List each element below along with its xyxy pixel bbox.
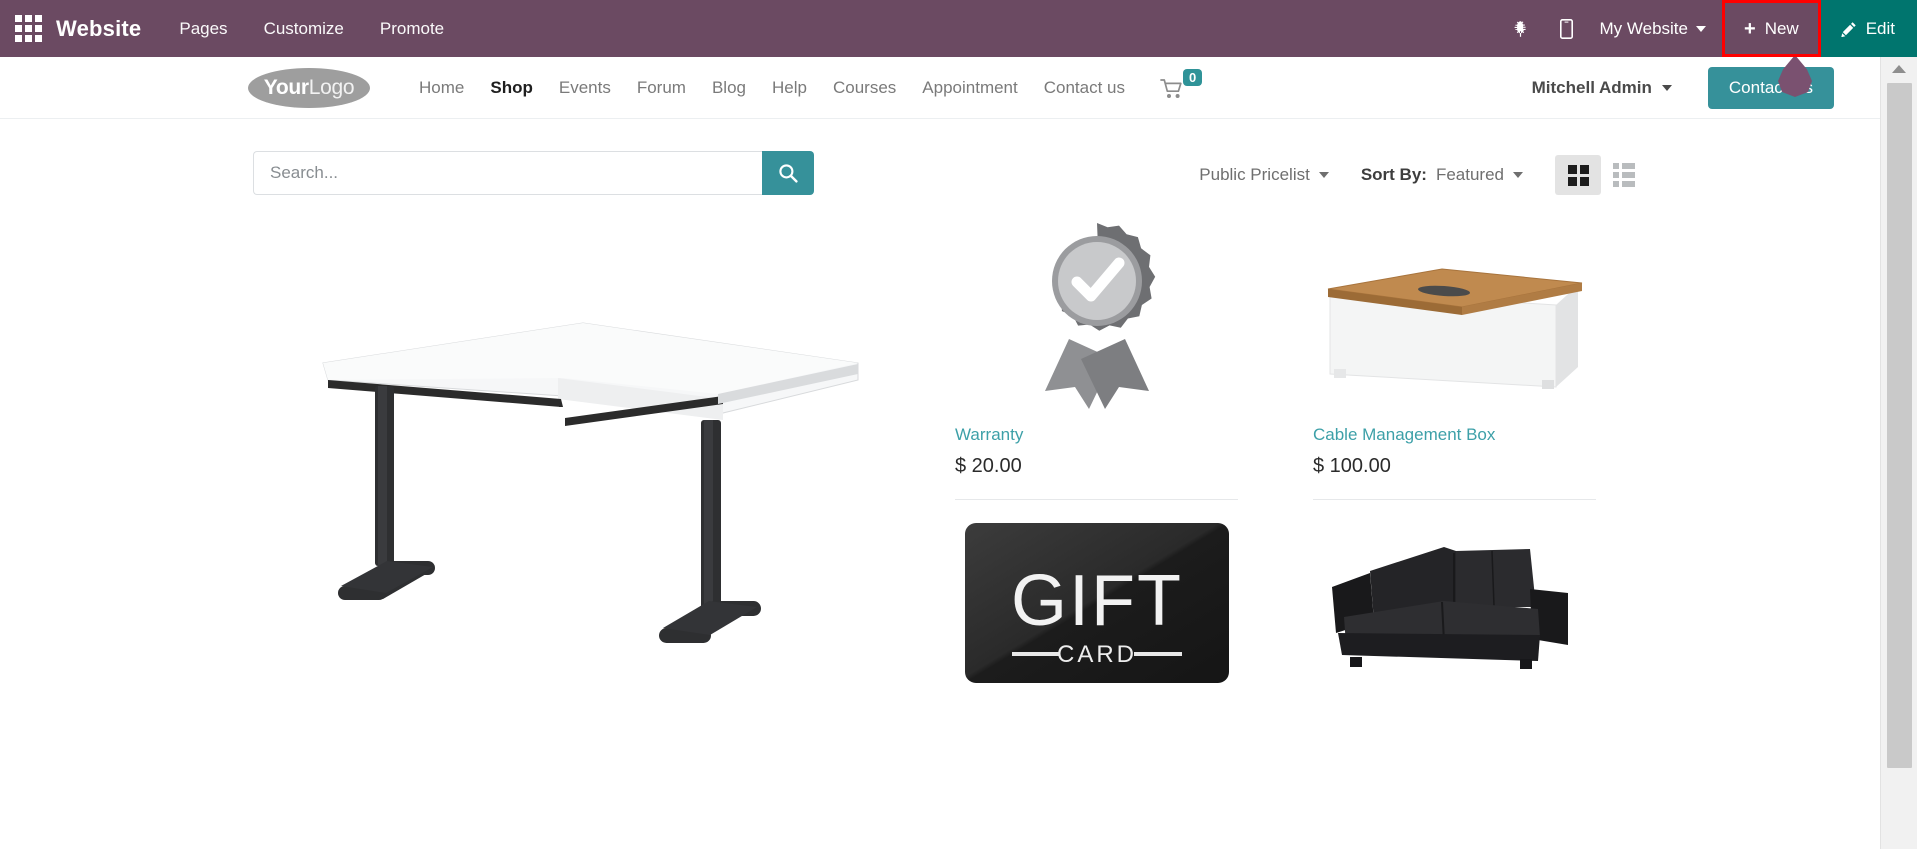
- shop-toolbar: Public Pricelist Sort By: Featured: [0, 143, 1880, 199]
- apps-menu-button[interactable]: [0, 0, 56, 57]
- sort-by-dropdown[interactable]: Sort By: Featured: [1345, 165, 1539, 185]
- sort-by-label: Sort By:: [1360, 165, 1427, 184]
- vertical-scrollbar[interactable]: [1880, 57, 1917, 849]
- cart-button[interactable]: 0: [1160, 68, 1203, 100]
- list-view-icon: [1613, 163, 1635, 187]
- product-card-sofa[interactable]: [1313, 500, 1596, 707]
- product-image-warranty: [955, 210, 1238, 417]
- logo-text-light: Logo: [308, 75, 355, 99]
- scroll-thumb[interactable]: [1887, 83, 1912, 768]
- black-gift-card-icon: GIFT CARD: [964, 522, 1229, 683]
- nav-item-shop[interactable]: Shop: [477, 78, 546, 98]
- nav-item-events[interactable]: Events: [546, 78, 624, 98]
- black-leather-sofa-icon: [1331, 546, 1568, 669]
- nav-item-blog[interactable]: Blog: [699, 78, 759, 98]
- chevron-down-icon: [1661, 84, 1672, 91]
- chevron-down-icon: [1696, 25, 1706, 32]
- product-card-warranty[interactable]: Warranty $ 20.00: [955, 210, 1238, 500]
- svg-text:GIFT: GIFT: [1011, 561, 1183, 641]
- my-website-dropdown[interactable]: My Website: [1590, 0, 1723, 57]
- odoo-topbar: Website Pages Customize Promote My Websi…: [0, 0, 1917, 57]
- new-button[interactable]: + New: [1722, 0, 1821, 57]
- menu-item-promote[interactable]: Promote: [380, 19, 444, 39]
- product-name-cable-box[interactable]: Cable Management Box: [1313, 425, 1596, 445]
- debug-button[interactable]: [1498, 0, 1544, 57]
- list-view-button[interactable]: [1601, 155, 1647, 195]
- product-image-gift-card: GIFT CARD: [955, 500, 1238, 707]
- mobile-preview-button[interactable]: [1544, 0, 1590, 57]
- user-name-label: Mitchell Admin: [1531, 77, 1652, 97]
- site-navigation: Home Shop Events Forum Blog Help Courses…: [406, 78, 1138, 98]
- nav-item-forum[interactable]: Forum: [624, 78, 699, 98]
- gray-award-badge-checkmark-icon: [1044, 222, 1155, 409]
- site-logo[interactable]: YourLogo: [248, 67, 370, 108]
- pencil-icon: [1841, 21, 1856, 37]
- shop-toolbar-right: Public Pricelist Sort By: Featured: [1183, 155, 1647, 195]
- product-grid: Warranty $ 20.00 Cable Management Box $ …: [0, 210, 1880, 849]
- current-app-name: Website: [56, 15, 142, 41]
- product-name-warranty[interactable]: Warranty: [955, 425, 1238, 445]
- product-price-warranty: $ 20.00: [955, 455, 1022, 477]
- cart-count-badge: 0: [1183, 68, 1203, 86]
- new-button-label: New: [1764, 18, 1799, 38]
- svg-text:CARD: CARD: [1056, 641, 1136, 668]
- nav-item-appointment[interactable]: Appointment: [909, 78, 1030, 98]
- white-box-wooden-lid-icon: [1327, 267, 1582, 389]
- search-submit-button[interactable]: [762, 151, 814, 195]
- product-image-sofa: [1313, 500, 1596, 707]
- edit-button-label: Edit: [1865, 18, 1895, 38]
- search-icon: [779, 164, 798, 183]
- product-card-featured[interactable]: [253, 210, 913, 785]
- logo-text: YourLogo: [264, 76, 355, 100]
- nav-item-contact-us[interactable]: Contact us: [1031, 78, 1138, 98]
- nav-item-home[interactable]: Home: [406, 78, 477, 98]
- white-corner-desk-image: [322, 321, 859, 643]
- my-website-label: My Website: [1599, 18, 1689, 38]
- view-mode-toggle: [1555, 155, 1647, 195]
- odoo-app-menu: Pages Customize Promote: [179, 19, 444, 39]
- scroll-up-arrow-icon: [1892, 65, 1906, 73]
- bug-icon: [1514, 20, 1526, 37]
- apps-grid-icon: [14, 15, 42, 42]
- grid-view-icon: [1567, 164, 1589, 186]
- product-card-gift-card[interactable]: GIFT CARD: [955, 500, 1238, 707]
- chevron-down-icon: [1318, 172, 1329, 178]
- website-header: YourLogo Home Shop Events Forum Blog Hel…: [0, 57, 1880, 119]
- sort-by-value: Featured: [1435, 165, 1504, 184]
- pricelist-label: Public Pricelist: [1199, 165, 1310, 184]
- product-image-cable-box: [1313, 210, 1596, 417]
- odoo-topbar-right: My Website + New Edit: [1498, 0, 1917, 57]
- product-price-cable-box: $ 100.00: [1313, 455, 1391, 477]
- grid-view-button[interactable]: [1555, 155, 1601, 195]
- edit-button[interactable]: Edit: [1820, 0, 1917, 57]
- nav-item-courses[interactable]: Courses: [820, 78, 909, 98]
- mobile-preview-icon: [1560, 18, 1573, 39]
- user-menu[interactable]: Mitchell Admin: [1532, 78, 1672, 98]
- nav-item-help[interactable]: Help: [759, 78, 820, 98]
- menu-item-customize[interactable]: Customize: [264, 19, 344, 39]
- logo-text-bold: Your: [263, 75, 309, 99]
- scroll-up-button[interactable]: [1881, 57, 1917, 81]
- plus-icon: +: [1744, 17, 1756, 40]
- menu-item-pages[interactable]: Pages: [179, 19, 227, 39]
- product-card-cable-management-box[interactable]: Cable Management Box $ 100.00: [1313, 210, 1596, 500]
- chevron-down-icon: [1513, 172, 1523, 178]
- search-input[interactable]: [253, 151, 762, 195]
- contact-us-button[interactable]: Contact Us: [1707, 66, 1834, 109]
- pricelist-dropdown[interactable]: Public Pricelist: [1183, 165, 1345, 185]
- search-group: [253, 151, 814, 195]
